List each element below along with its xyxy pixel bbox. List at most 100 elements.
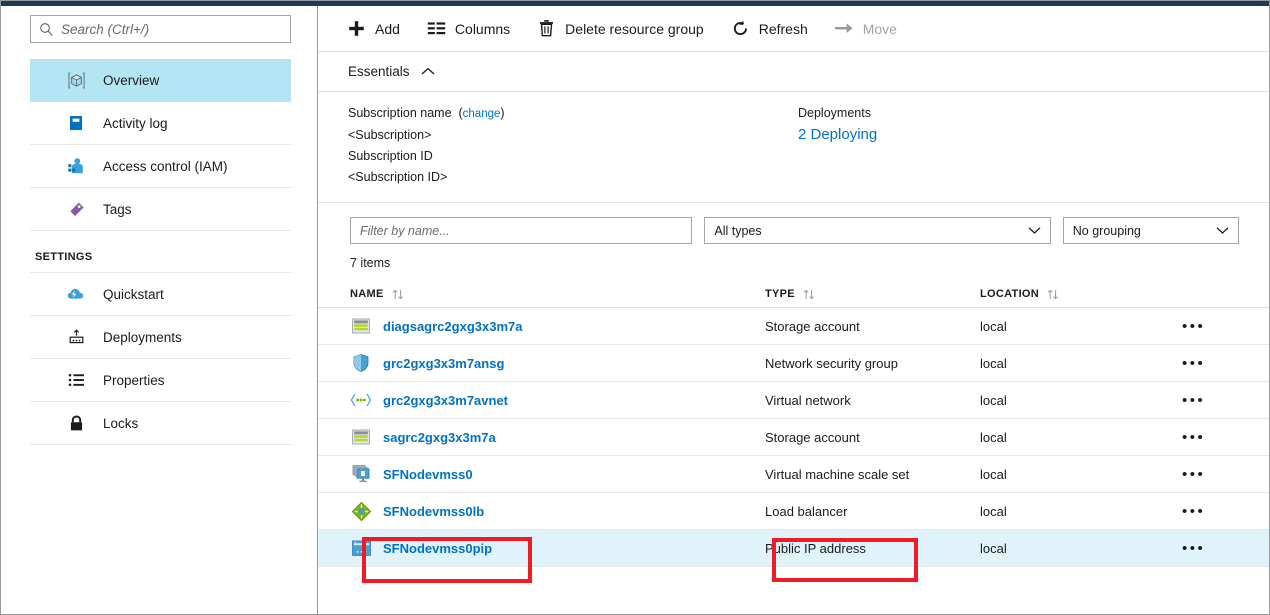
resources-table: NAME TYPE xyxy=(318,281,1269,614)
arrow-right-icon xyxy=(834,18,855,39)
row-name-link[interactable]: SFNodevmss0pip xyxy=(383,541,492,556)
add-button[interactable]: Add xyxy=(346,18,400,39)
row-context-menu[interactable]: ••• xyxy=(1170,467,1269,482)
grouping-value: No grouping xyxy=(1073,224,1210,238)
row-type: Virtual network xyxy=(765,393,980,408)
chevron-down-icon xyxy=(1028,226,1041,235)
column-header-name[interactable]: NAME xyxy=(350,288,765,300)
table-row[interactable]: grc2gxg3x3m7ansg Network security group … xyxy=(318,345,1269,382)
essentials-column-left: Subscription name (change) <Subscription… xyxy=(348,103,798,188)
sort-arrows-icon[interactable] xyxy=(1047,289,1059,300)
column-header-location[interactable]: LOCATION xyxy=(980,288,1170,300)
deployments-label: Deployments xyxy=(798,103,877,124)
public-ip-icon xyxy=(350,537,372,559)
people-icon xyxy=(64,155,88,177)
grouping-select[interactable]: No grouping xyxy=(1063,217,1239,244)
cloud-lightning-icon xyxy=(64,283,88,305)
virtual-network-icon xyxy=(350,389,372,411)
sidebar-item-activity-log[interactable]: Activity log xyxy=(30,102,291,145)
sidebar-item-locks[interactable]: Locks xyxy=(30,402,291,445)
move-button[interactable]: Move xyxy=(834,18,897,39)
sidebar-item-label: Quickstart xyxy=(103,287,164,302)
columns-icon xyxy=(426,18,447,39)
sidebar-nav: Overview Activity log xyxy=(1,59,317,445)
ellipsis-icon: ••• xyxy=(1182,319,1205,334)
columns-button[interactable]: Columns xyxy=(426,18,510,39)
row-context-menu[interactable]: ••• xyxy=(1170,541,1269,556)
table-row[interactable]: SFNodevmss0pip Public IP address local •… xyxy=(318,530,1269,567)
row-name-cell: sagrc2gxg3x3m7a xyxy=(350,426,765,448)
sidebar-item-access-control[interactable]: Access control (IAM) xyxy=(30,145,291,188)
row-name-cell: SFNodevmss0 xyxy=(350,463,765,485)
sidebar-item-label: Access control (IAM) xyxy=(103,159,228,174)
row-name-link[interactable]: SFNodevmss0lb xyxy=(383,504,484,519)
change-subscription-link[interactable]: change xyxy=(463,108,501,120)
row-type: Virtual machine scale set xyxy=(765,467,980,482)
row-name-link[interactable]: diagsagrc2gxg3x3m7a xyxy=(383,319,522,334)
table-row[interactable]: SFNodevmss0 Virtual machine scale set lo… xyxy=(318,456,1269,493)
row-context-menu[interactable]: ••• xyxy=(1170,430,1269,445)
plus-icon xyxy=(346,18,367,39)
list-icon xyxy=(64,369,88,391)
tag-icon xyxy=(64,198,88,220)
column-header-name-label: NAME xyxy=(350,288,384,300)
type-filter-value: All types xyxy=(714,224,1021,238)
move-button-label: Move xyxy=(863,21,897,37)
add-button-label: Add xyxy=(375,21,400,37)
sidebar-item-tags[interactable]: Tags xyxy=(30,188,291,231)
table-header: NAME TYPE xyxy=(318,281,1269,308)
deployments-status-link[interactable]: 2 Deploying xyxy=(798,124,877,146)
search-box[interactable] xyxy=(30,15,291,43)
sidebar-item-overview[interactable]: Overview xyxy=(30,59,291,102)
load-balancer-icon xyxy=(350,500,372,522)
sidebar-item-deployments[interactable]: Deployments xyxy=(30,316,291,359)
sort-arrows-icon[interactable] xyxy=(803,289,815,300)
essentials-section: Essentials Subscription name (change) <S… xyxy=(318,52,1269,203)
row-location: local xyxy=(980,504,1170,519)
row-name-link[interactable]: grc2gxg3x3m7ansg xyxy=(383,356,504,371)
filter-bar: All types No grouping xyxy=(318,203,1269,244)
row-type: Load balancer xyxy=(765,504,980,519)
row-name-link[interactable]: sagrc2gxg3x3m7a xyxy=(383,430,496,445)
ellipsis-icon: ••• xyxy=(1182,504,1205,519)
row-name-cell: diagsagrc2gxg3x3m7a xyxy=(350,315,765,337)
row-context-menu[interactable]: ••• xyxy=(1170,393,1269,408)
row-name-cell: grc2gxg3x3m7ansg xyxy=(350,352,765,374)
sort-arrows-icon[interactable] xyxy=(392,289,404,300)
type-filter-select[interactable]: All types xyxy=(704,217,1050,244)
column-header-type[interactable]: TYPE xyxy=(765,288,980,300)
storage-account-icon xyxy=(350,315,372,337)
essentials-header[interactable]: Essentials xyxy=(318,52,1269,92)
search-icon xyxy=(39,22,54,37)
refresh-button[interactable]: Refresh xyxy=(730,18,808,39)
row-context-menu[interactable]: ••• xyxy=(1170,356,1269,371)
table-row[interactable]: SFNodevmss0lb Load balancer local ••• xyxy=(318,493,1269,530)
row-type: Network security group xyxy=(765,356,980,371)
sidebar-item-properties[interactable]: Properties xyxy=(30,359,291,402)
lock-icon xyxy=(64,412,88,434)
row-context-menu[interactable]: ••• xyxy=(1170,319,1269,334)
subscription-name-label: Subscription name xyxy=(348,106,452,120)
main-content: Add Columns xyxy=(318,6,1269,614)
refresh-icon xyxy=(730,18,751,39)
sidebar-item-quickstart[interactable]: Quickstart xyxy=(30,273,291,316)
delete-resource-group-button[interactable]: Delete resource group xyxy=(536,18,704,39)
ellipsis-icon: ••• xyxy=(1182,430,1205,445)
table-row[interactable]: diagsagrc2gxg3x3m7a Storage account loca… xyxy=(318,308,1269,345)
sidebar-item-label: Overview xyxy=(103,73,159,88)
search-input[interactable] xyxy=(61,22,282,37)
items-count: 7 items xyxy=(318,244,1269,270)
sidebar-item-label: Properties xyxy=(103,373,165,388)
row-name-link[interactable]: SFNodevmss0 xyxy=(383,467,473,482)
sidebar-item-label: Locks xyxy=(103,416,138,431)
ellipsis-icon: ••• xyxy=(1182,393,1205,408)
sidebar-item-label: Deployments xyxy=(103,330,182,345)
table-row[interactable]: sagrc2gxg3x3m7a Storage account local ••… xyxy=(318,419,1269,456)
row-name-cell: SFNodevmss0lb xyxy=(350,500,765,522)
row-name-link[interactable]: grc2gxg3x3m7avnet xyxy=(383,393,508,408)
table-row[interactable]: grc2gxg3x3m7avnet Virtual network local … xyxy=(318,382,1269,419)
row-context-menu[interactable]: ••• xyxy=(1170,504,1269,519)
blade-body: Overview Activity log xyxy=(1,6,1269,614)
chevron-up-icon[interactable] xyxy=(421,64,435,79)
filter-by-name-input[interactable] xyxy=(350,217,692,244)
